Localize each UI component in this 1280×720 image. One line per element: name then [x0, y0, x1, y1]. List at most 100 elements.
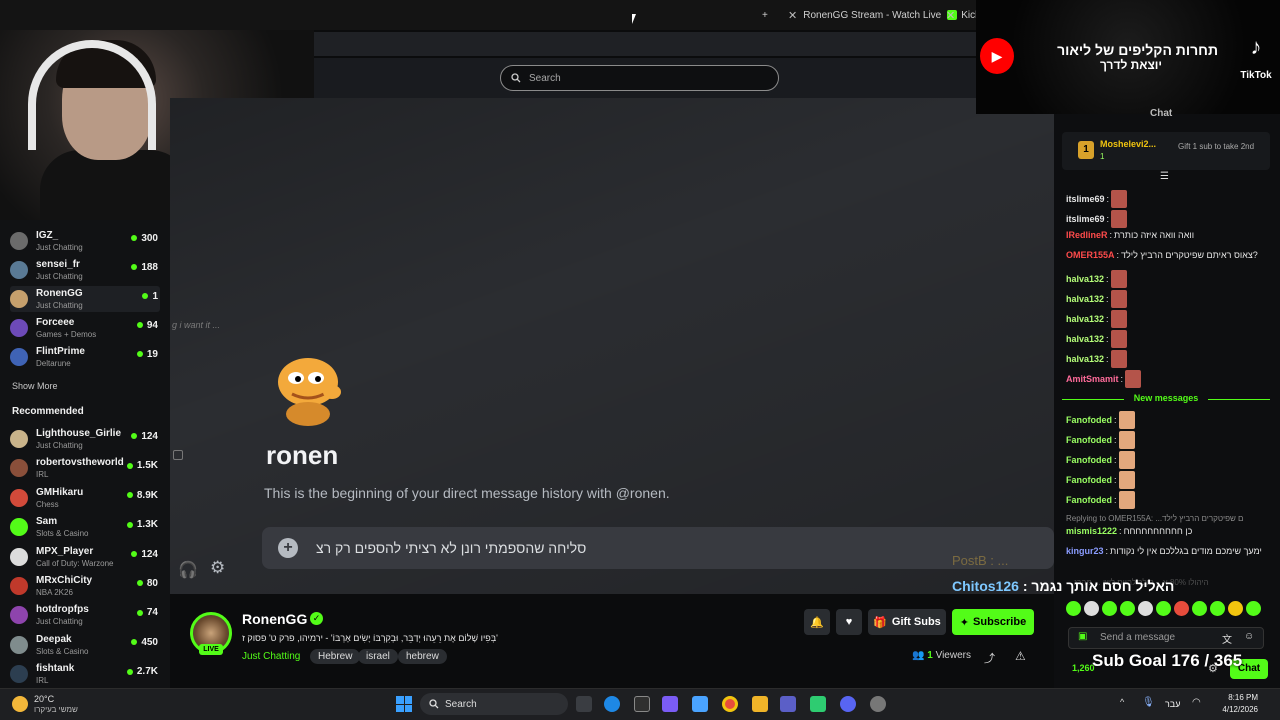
report-warning-icon[interactable]: ⚠ — [1015, 649, 1026, 663]
leader-name[interactable]: Moshelevi2... — [1100, 139, 1156, 149]
quick-emote-icon[interactable] — [1246, 601, 1261, 616]
store-icon[interactable] — [634, 696, 650, 712]
chrome-icon[interactable] — [722, 696, 738, 712]
sidebar-channel-mpx-player[interactable]: MPX_Player Call of Duty: Warzone 124 — [10, 544, 160, 570]
attach-plus-icon[interactable]: + — [278, 538, 298, 558]
quick-emote-icon[interactable] — [1192, 601, 1207, 616]
edge-icon[interactable] — [604, 696, 620, 712]
chat-username[interactable]: halva132 — [1066, 334, 1104, 344]
chat-username[interactable]: Fanofoded — [1066, 495, 1112, 505]
quick-emote-icon[interactable] — [1138, 601, 1153, 616]
chat-message: halva132: — [1066, 330, 1127, 348]
search-input[interactable]: Search — [500, 65, 779, 91]
quick-emote-icon[interactable] — [1120, 601, 1135, 616]
chat-username[interactable]: halva132 — [1066, 294, 1104, 304]
tab-kick[interactable]: ✕ Kick — [946, 6, 980, 24]
input-language[interactable]: עבר — [1165, 699, 1180, 709]
viewer-count: 2.7K — [126, 666, 158, 677]
gift-subs-button[interactable]: 🎁 Gift Subs — [868, 609, 946, 635]
streamer-name[interactable]: RonenGG — [242, 611, 307, 627]
sidebar-channel-deepak[interactable]: Deepak Slots & Casino 450 — [10, 632, 160, 658]
tab-ronengg[interactable]: ✕ RonenGG Stream - Watch Live — [788, 6, 958, 24]
clock-time[interactable]: 8:16 PM — [1210, 693, 1258, 702]
dm-history-start: This is the beginning of your direct mes… — [264, 485, 670, 501]
discord-icon[interactable] — [840, 696, 856, 712]
close-icon[interactable]: ✕ — [788, 9, 797, 22]
emote-icon — [1118, 491, 1135, 509]
chat-username[interactable]: IRedlineR — [1066, 230, 1108, 240]
sidebar-channel-forceee[interactable]: Forceee Games + Demos 94 — [10, 315, 160, 341]
sidebar-channel-gmhikaru[interactable]: GMHikaru Chess 8.9K — [10, 485, 160, 511]
quick-emote-icon[interactable] — [1084, 601, 1099, 616]
emoji-icon[interactable]: ☺ — [1244, 631, 1254, 642]
sidebar-channel-igz-[interactable]: IGZ_ Just Chatting 300 — [10, 228, 160, 254]
chat-username[interactable]: halva132 — [1066, 314, 1104, 324]
app-icon[interactable] — [870, 696, 886, 712]
quick-emote-icon[interactable] — [1102, 601, 1117, 616]
sidebar-channel-lighthouse-girlie[interactable]: Lighthouse_Girlie Just Chatting 124 — [10, 426, 160, 452]
notification-bell-button[interactable]: 🔔 — [804, 609, 830, 635]
avatar — [10, 577, 28, 595]
share-icon[interactable]: ⤴ — [984, 650, 995, 666]
pinned-chevron-icon[interactable]: ☰ — [1160, 171, 1169, 182]
show-more-link[interactable]: Show More — [12, 381, 58, 391]
app-icon[interactable] — [810, 696, 826, 712]
sidebar-channel-mrxchicity[interactable]: MRxChiCity NBA 2K26 80 — [10, 573, 160, 599]
emote-icon — [1111, 210, 1128, 228]
clock-date[interactable]: 4/12/2026 — [1210, 705, 1258, 714]
avatar — [10, 547, 28, 566]
chat-username[interactable]: halva132 — [1066, 274, 1104, 284]
sidebar-channel-flintprime[interactable]: FlintPrime Deltarune 19 — [10, 344, 160, 370]
chat-username[interactable]: Fanofoded — [1066, 475, 1112, 485]
chat-username[interactable]: halva132 — [1066, 354, 1104, 364]
close-icon[interactable]: ✕ — [946, 9, 955, 22]
emote-picker-icon[interactable]: ▣ — [1078, 631, 1087, 642]
windows-start-icon[interactable] — [396, 696, 412, 712]
quick-emote-icon[interactable] — [1228, 601, 1243, 616]
teams-icon[interactable] — [780, 696, 796, 712]
weather-temp[interactable]: 20°C — [34, 694, 54, 704]
chat-username[interactable]: Fanofoded — [1066, 415, 1112, 425]
subscribe-button[interactable]: ✦ Subscribe — [952, 609, 1034, 635]
sidebar-channel-ronengg[interactable]: RonenGG Just Chatting 1 — [10, 286, 160, 312]
new-tab-button[interactable]: + — [762, 6, 768, 24]
category-link[interactable]: Just Chatting — [242, 651, 300, 662]
sidebar-channel-sam[interactable]: Sam Slots & Casino 1.3K — [10, 514, 160, 540]
tag-chip[interactable]: Hebrew — [310, 649, 361, 664]
weather-sun-icon[interactable] — [12, 696, 28, 712]
quick-emote-icon[interactable] — [1174, 601, 1189, 616]
viewer-count: 188 — [131, 262, 158, 273]
translate-icon[interactable]: 文 — [1222, 631, 1232, 646]
task-view-icon[interactable] — [576, 696, 592, 712]
settings-gear-icon[interactable]: ⚙ — [210, 558, 225, 578]
sidebar-channel-fishtank[interactable]: fishtank IRL 2.7K — [10, 661, 160, 687]
sidebar-channel-robertovstheworld[interactable]: robertovstheworld IRL 1.5K — [10, 455, 160, 481]
wifi-icon[interactable]: ◠ — [1192, 697, 1201, 708]
chat-username[interactable]: Fanofoded — [1066, 455, 1112, 465]
chat-message: AmitSmamit: — [1066, 370, 1142, 388]
chat-username[interactable]: itslime69 — [1066, 214, 1105, 224]
app-icon[interactable] — [692, 696, 708, 712]
chat-username[interactable]: Fanofoded — [1066, 435, 1112, 445]
follow-heart-button[interactable]: ♥ — [836, 609, 862, 635]
file-explorer-icon[interactable] — [752, 696, 768, 712]
quick-emote-icon[interactable] — [1156, 601, 1171, 616]
microphone-icon[interactable]: 🎙 — [1142, 697, 1155, 708]
sidebar-channel-hotdropfps[interactable]: hotdropfps Just Chatting 74 — [10, 602, 160, 628]
chat-username[interactable]: OMER155A — [1066, 250, 1115, 260]
headphones-icon[interactable]: 🎧 — [178, 560, 198, 580]
tag-chip[interactable]: israel — [358, 649, 398, 664]
discord-message-draft[interactable]: סליחה שהספמתי רונן לא רציתי להספים רק רצ — [316, 540, 586, 556]
tray-chevron-icon[interactable]: ^ — [1120, 697, 1124, 707]
chat-username[interactable]: AmitSmamit — [1066, 374, 1119, 384]
taskbar-search[interactable]: Search — [420, 693, 568, 715]
quick-emote-icon[interactable] — [1210, 601, 1225, 616]
tag-chip[interactable]: hebrew — [398, 649, 447, 664]
quick-emote-icon[interactable] — [1066, 601, 1081, 616]
alert-overlay-faded: PostB : ... — [952, 553, 1009, 568]
chat-username[interactable]: itslime69 — [1066, 194, 1105, 204]
avatar — [10, 488, 28, 507]
emote-icon — [1110, 270, 1127, 288]
sidebar-channel-sensei-fr[interactable]: sensei_fr Just Chatting 188 — [10, 257, 160, 283]
copilot-icon[interactable] — [662, 696, 678, 712]
